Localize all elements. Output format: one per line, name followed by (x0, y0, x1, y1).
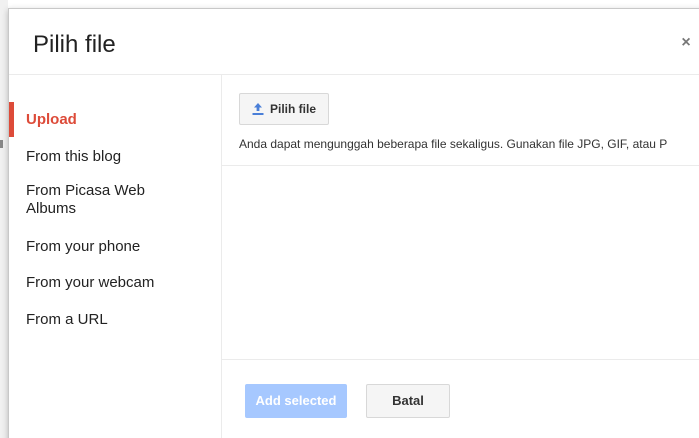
upload-info-text: Anda dapat mengunggah beberapa file seka… (239, 137, 668, 151)
background-page-edge (0, 0, 8, 438)
sidebar-item-label: From this blog (26, 148, 122, 165)
sidebar-item-label: From Picasa Web Albums (26, 182, 145, 217)
dialog-footer: Add selected Batal (222, 359, 699, 438)
sidebar-item-label: Upload (26, 111, 77, 128)
sidebar-item-label: From your webcam (26, 274, 155, 291)
background-mark (0, 140, 3, 148)
active-indicator (9, 102, 14, 137)
sidebar-item-label: From a URL (26, 311, 108, 328)
upload-icon (252, 103, 264, 115)
choose-file-button[interactable]: Pilih file (239, 93, 329, 125)
dialog-header: Pilih file × (9, 9, 699, 75)
close-icon[interactable]: × (678, 35, 694, 51)
divider (222, 165, 699, 166)
sidebar-item-label: From your phone (26, 238, 141, 255)
dialog-title: Pilih file (33, 31, 116, 58)
cancel-button[interactable]: Batal (366, 384, 450, 418)
page: Pilih file × Upload From this blog From … (0, 0, 699, 438)
add-selected-button[interactable]: Add selected (245, 384, 347, 418)
file-picker-dialog: Pilih file × Upload From this blog From … (8, 8, 699, 438)
source-sidebar: Upload From this blog From Picasa Web Al… (9, 75, 222, 438)
choose-file-label: Pilih file (270, 102, 317, 116)
